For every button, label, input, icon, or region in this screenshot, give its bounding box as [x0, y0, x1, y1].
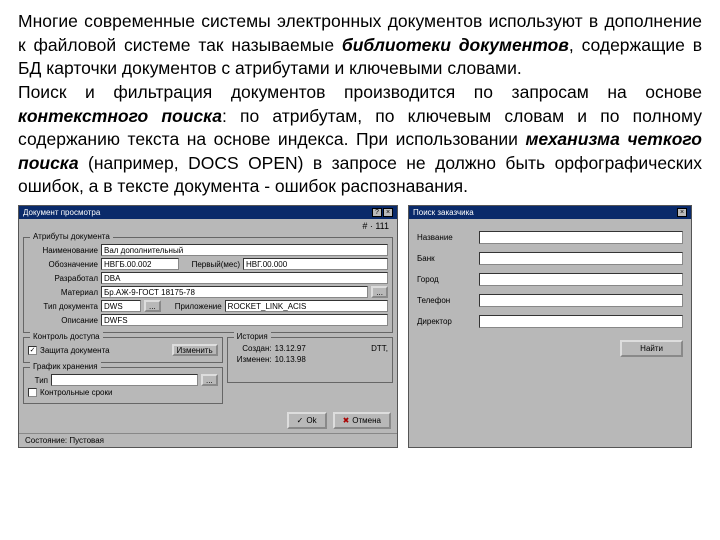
attachment-input[interactable]: ROCKET_LINK_ACIS	[225, 300, 388, 312]
doc-number: # · 111	[19, 219, 397, 233]
material-browse-button[interactable]: ...	[371, 286, 388, 298]
name-input[interactable]	[479, 231, 683, 244]
group-title: История	[234, 332, 271, 341]
designation-input[interactable]: НВГБ.00.002	[101, 258, 179, 270]
bank-label: Банк	[417, 254, 473, 263]
cancel-button[interactable]: ✖ Отмена	[333, 412, 391, 429]
doctype-browse-button[interactable]: ...	[144, 300, 161, 312]
access-group: Контроль доступа ✓ Защита документа Изме…	[23, 337, 223, 363]
customer-search-window: Поиск заказчика × Название Банк Город Те…	[408, 205, 692, 448]
phone-input[interactable]	[479, 294, 683, 307]
control-term-label: Контрольные сроки	[40, 388, 112, 397]
changed-label: Изменен:	[232, 355, 272, 364]
designation-label: Обозначение	[28, 260, 98, 269]
director-input[interactable]	[479, 315, 683, 328]
group-title: Атрибуты документа	[30, 232, 113, 241]
name-label: Название	[417, 233, 473, 242]
name-label: Наименование	[28, 246, 98, 255]
check-icon: ✓	[297, 416, 304, 425]
change-button[interactable]: Изменить	[172, 344, 218, 356]
group-title: График хранения	[30, 362, 101, 371]
titlebar-left: Документ просмотра ? ×	[19, 206, 397, 219]
find-button[interactable]: Найти	[620, 340, 683, 357]
material-label: Материал	[28, 288, 98, 297]
first-used-input[interactable]: НВГ.00.000	[243, 258, 388, 270]
description-label: Описание	[28, 316, 98, 325]
material-input[interactable]: Бр.АЖ-9-ГОСТ 18175-78	[101, 286, 368, 298]
help-icon[interactable]: ?	[372, 208, 382, 217]
type-browse-button[interactable]: ...	[201, 374, 218, 386]
attributes-group: Атрибуты документа Наименование Вал допо…	[23, 237, 393, 333]
attachment-label: Приложение	[164, 302, 222, 311]
protect-label: Защита документа	[40, 346, 110, 355]
description-input[interactable]: DWFS	[101, 314, 388, 326]
developed-label: Разработал	[28, 274, 98, 283]
x-icon: ✖	[343, 416, 350, 425]
history-group: История Создан: 13.12.97 DTT, Изменен: 1…	[227, 337, 393, 383]
developed-input[interactable]: DBA	[101, 272, 388, 284]
window-title: Поиск заказчика	[413, 208, 474, 217]
close-icon[interactable]: ×	[383, 208, 393, 217]
document-preview-window: Документ просмотра ? × # · 111 Атрибуты …	[18, 205, 398, 448]
control-term-checkbox[interactable]	[28, 388, 37, 397]
bank-input[interactable]	[479, 252, 683, 265]
dtt-label: DTT,	[371, 344, 388, 353]
body-text: Многие современные системы электронных д…	[0, 0, 720, 205]
group-title: Контроль доступа	[30, 332, 103, 341]
name-input[interactable]: Вал дополнительный	[101, 244, 388, 256]
created-value: 13.12.97	[275, 344, 306, 353]
type-input[interactable]	[51, 374, 198, 386]
doctype-input[interactable]: DWS	[101, 300, 141, 312]
close-icon[interactable]: ×	[677, 208, 687, 217]
created-label: Создан:	[232, 344, 272, 353]
window-title: Документ просмотра	[23, 208, 100, 217]
ok-button[interactable]: ✓ Ok	[287, 412, 327, 429]
status-bar: Состояние: Пустовая	[19, 433, 397, 447]
protect-checkbox[interactable]: ✓	[28, 346, 37, 355]
city-input[interactable]	[479, 273, 683, 286]
type-label: Тип	[28, 376, 48, 385]
phone-label: Телефон	[417, 296, 473, 305]
storage-group: График хранения Тип ... Контрольные срок…	[23, 367, 223, 404]
titlebar-right: Поиск заказчика ×	[409, 206, 691, 219]
city-label: Город	[417, 275, 473, 284]
changed-value: 10.13.98	[275, 355, 306, 364]
first-used-label: Первый(мес)	[182, 260, 240, 269]
director-label: Директор	[417, 317, 473, 326]
doctype-label: Тип документа	[28, 302, 98, 311]
